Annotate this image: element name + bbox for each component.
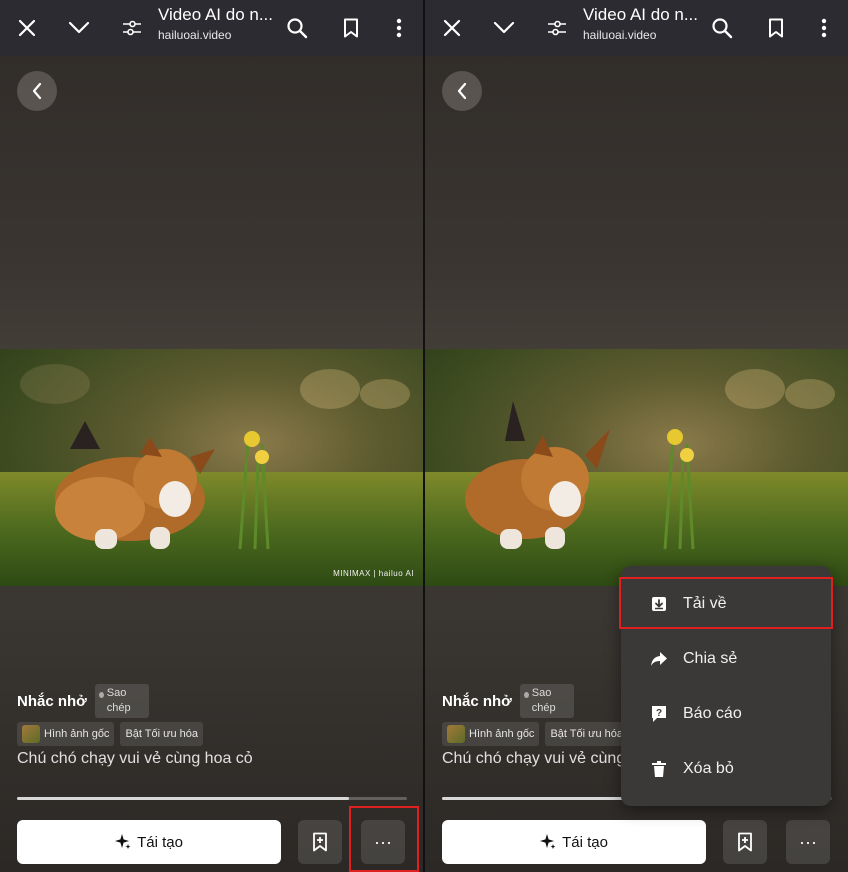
prompt-header: Nhắc nhở Sao chép [17,684,149,718]
tag-optimize[interactable]: Bật Tối ưu hóa [120,722,204,746]
page-url: hailuoai.video [158,28,232,42]
report-icon: ? [649,704,669,724]
chevron-down-icon[interactable] [63,12,95,44]
highlight-more-button [349,806,419,872]
prompt-title: Nhắc nhở [17,692,87,710]
video-player[interactable]: MINIMAX | hailuo AI [0,349,424,586]
copy-icon [523,692,529,698]
more-horiz-icon: ··· [799,831,817,852]
save-button[interactable] [298,820,342,864]
copy-button[interactable]: Sao chép [519,684,574,718]
chevron-left-icon [32,82,42,100]
tune-icon[interactable] [116,12,148,44]
copy-label: Sao chép [106,687,131,714]
original-image-thumbnail [22,725,40,743]
copy-button[interactable]: Sao chép [94,684,149,718]
prompt-header: Nhắc nhở Sao chép [442,684,574,718]
tag-original-image[interactable]: Hình ảnh gốc [442,722,540,746]
original-image-thumbnail [447,725,465,743]
copy-icon [98,692,104,698]
menu-item-share[interactable]: Chia sẻ [621,637,831,681]
prompt-text: Chú chó chạy vui vẻ cùng hoa cỏ [17,750,253,767]
regenerate-button[interactable]: Tái tạo [442,820,706,864]
tag-optimize[interactable]: Bật Tối ưu hóa [545,722,629,746]
more-vert-icon[interactable] [808,12,840,44]
close-icon[interactable] [11,12,43,44]
bookmark-icon[interactable] [760,12,792,44]
sparkle-icon [115,834,131,849]
search-icon[interactable] [281,12,313,44]
video-player[interactable] [425,349,848,586]
svg-text:?: ? [656,708,662,719]
video-watermark: MINIMAX | hailuo AI [333,569,414,578]
prompt-tags: Hình ảnh gốc Bật Tối ưu hóa [17,722,209,746]
tag-original-image[interactable]: Hình ảnh gốc [17,722,115,746]
page-url: hailuoai.video [583,28,657,42]
page-title-block[interactable]: Video AI do n... hailuoai.video [158,5,278,42]
page-title-block[interactable]: Video AI do n... hailuoai.video [583,5,703,42]
progress-fill [17,797,349,800]
tune-icon[interactable] [541,12,573,44]
sparkle-icon [540,834,556,849]
puppy-illustration [465,401,695,550]
bookmark-icon[interactable] [335,12,367,44]
page-title: Video AI do n... [583,5,698,24]
browser-toolbar: Video AI do n... hailuoai.video [0,0,424,56]
bookmark-add-icon [313,832,327,852]
search-icon[interactable] [706,12,738,44]
video-progress-bar[interactable] [17,797,407,800]
highlight-download-item [619,577,833,629]
share-icon [649,649,669,669]
more-vert-icon[interactable] [383,12,415,44]
trash-icon [649,759,669,779]
save-button[interactable] [723,820,767,864]
prompt-tags: Hình ảnh gốc Bật Tối ưu hóa [442,722,634,746]
back-button[interactable] [17,71,57,111]
chevron-left-icon [457,82,467,100]
browser-toolbar-2: Video AI do n... hailuoai.video [425,0,848,56]
bookmark-add-icon [738,832,752,852]
prompt-title: Nhắc nhở [442,692,512,710]
puppy-illustration [55,421,270,550]
copy-label: Sao chép [531,687,556,714]
close-icon[interactable] [436,12,468,44]
page-title: Video AI do n... [158,5,273,24]
menu-item-delete[interactable]: Xóa bỏ [621,747,831,791]
more-options-button[interactable]: ··· [786,820,830,864]
back-button[interactable] [442,71,482,111]
menu-item-report[interactable]: ? Báo cáo [621,692,831,736]
chevron-down-icon[interactable] [488,12,520,44]
left-screen: Video AI do n... hailuoai.video MINIMAX … [0,0,424,872]
regenerate-button[interactable]: Tái tạo [17,820,281,864]
